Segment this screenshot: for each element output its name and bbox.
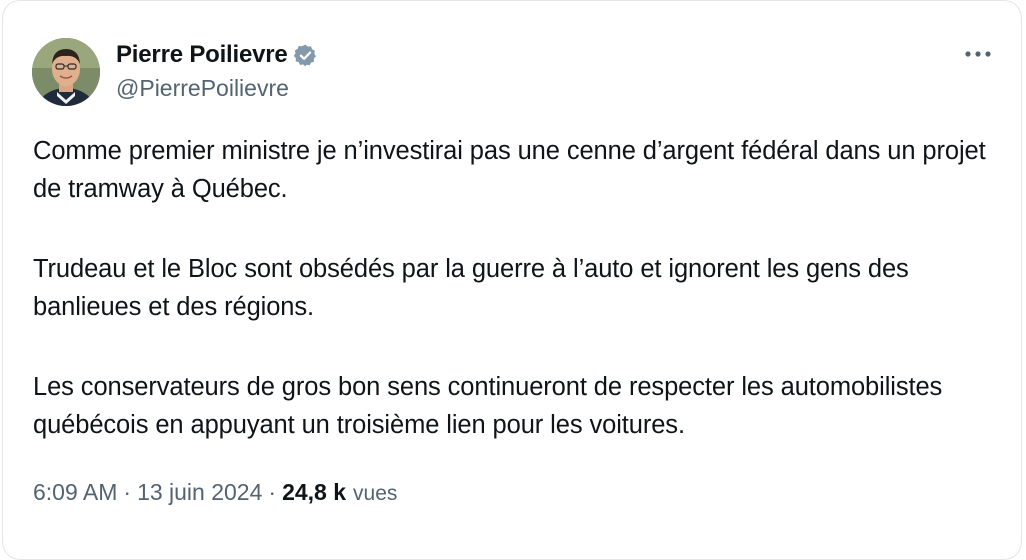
avatar[interactable] <box>32 38 100 106</box>
tweet-time[interactable]: 6:09 AM <box>33 479 117 506</box>
views-count[interactable]: 24,8 k <box>282 479 346 506</box>
tweet-paragraph: Comme premier ministre je n’investirai p… <box>33 137 986 203</box>
profile-photo <box>32 38 100 106</box>
views-label: vues <box>353 482 398 505</box>
tweet-paragraph: Trudeau et le Bloc sont obsédés par la g… <box>33 255 909 321</box>
tweet-paragraph: Les conservateurs de gros bon sens conti… <box>33 373 943 439</box>
author-name-row: Pierre Poilievre <box>116 39 318 71</box>
meta-separator: · <box>123 479 132 505</box>
meta-separator: · <box>268 479 277 505</box>
tweet-card: Pierre Poilievre @PierrePoilievre Comme … <box>2 0 1022 560</box>
tweet-date[interactable]: 13 juin 2024 <box>137 479 262 506</box>
author-handle[interactable]: @PierrePoilievre <box>116 75 289 102</box>
verified-badge-icon[interactable] <box>293 43 318 68</box>
tweet-text: Comme premier ministre je n’investirai p… <box>33 132 1003 486</box>
author-display-name[interactable]: Pierre Poilievre <box>116 41 288 69</box>
tweet-meta: 6:09 AM · 13 juin 2024 · 24,8 k vues <box>33 479 397 506</box>
more-horizontal-icon[interactable] <box>961 41 995 67</box>
